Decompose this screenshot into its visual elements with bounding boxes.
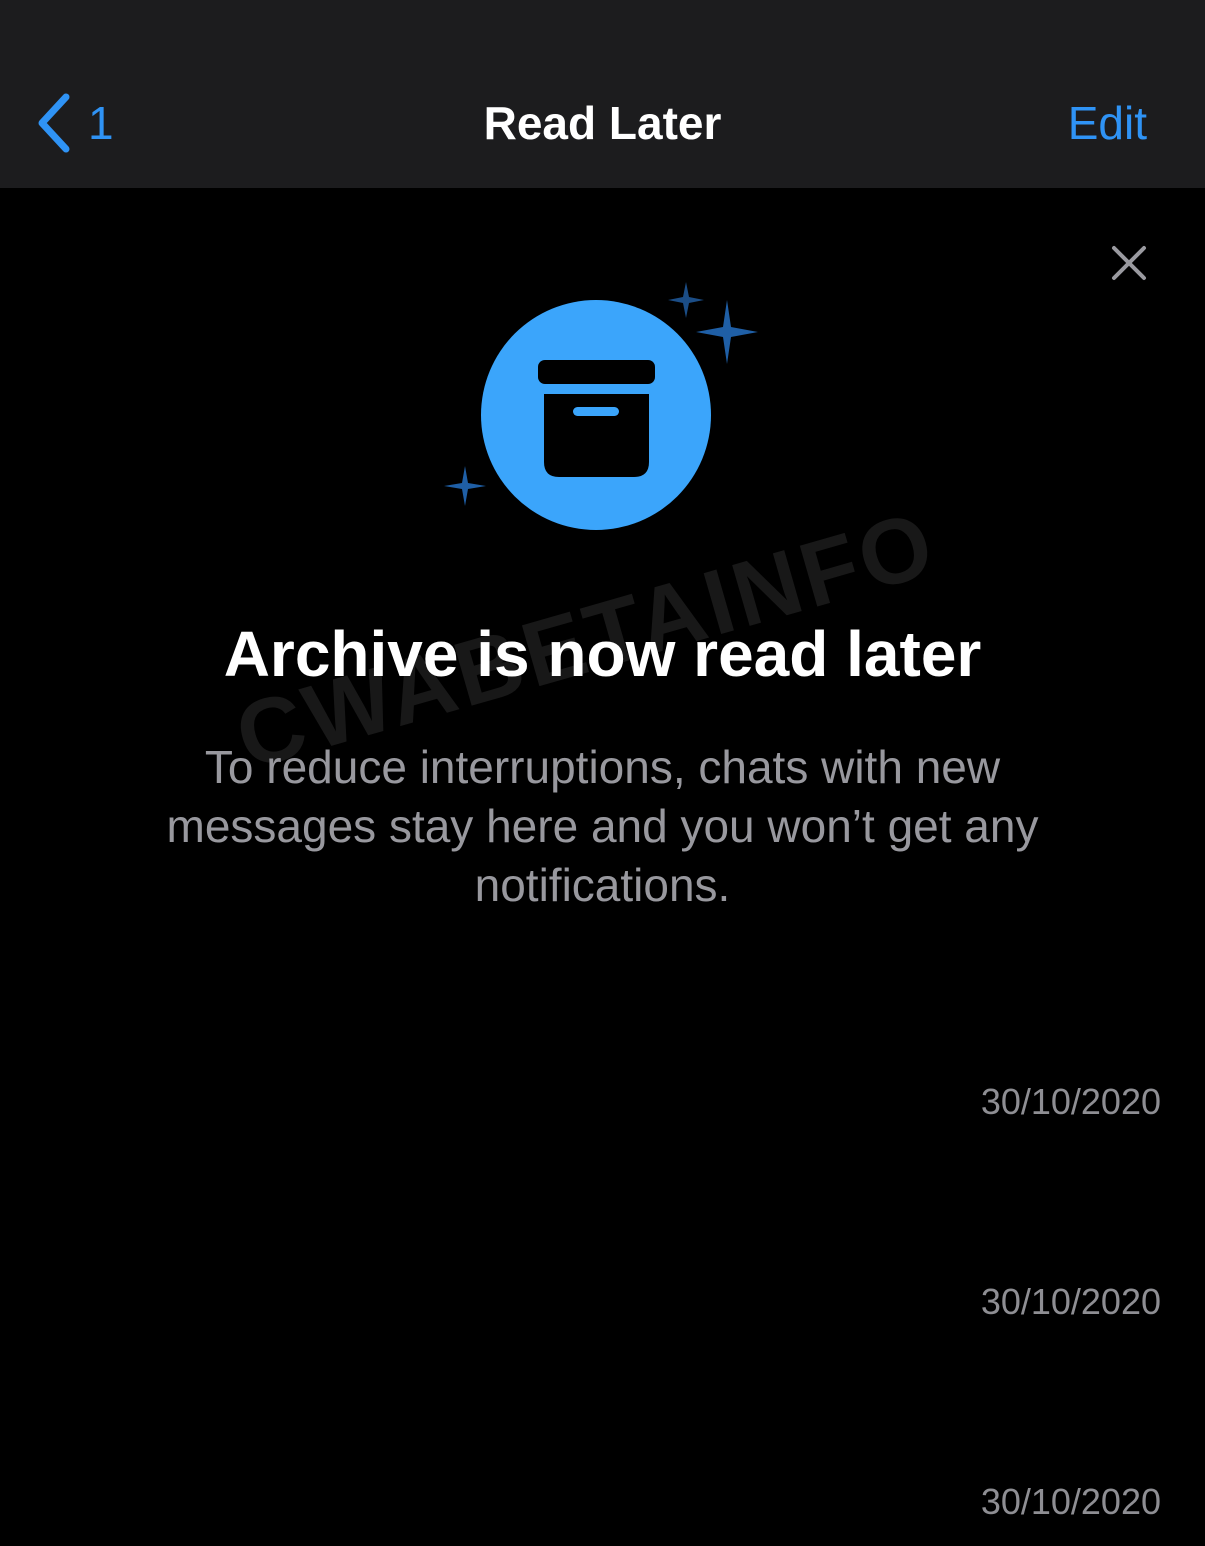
chat-row[interactable]: 30/10/2020 [0, 1066, 1205, 1146]
chat-row[interactable]: 30/10/2020 [0, 1466, 1205, 1546]
banner-headline: Archive is now read later [223, 618, 982, 690]
sparkle-icon [668, 282, 704, 318]
page-title: Read Later [483, 97, 722, 149]
chat-date: 30/10/2020 [980, 1281, 1161, 1322]
close-icon[interactable] [1108, 242, 1150, 284]
chat-date: 30/10/2020 [980, 1081, 1161, 1122]
archive-illustration [430, 270, 770, 550]
edit-button[interactable]: Edit [1068, 96, 1147, 151]
sparkle-icon [696, 300, 758, 364]
banner-description: To reduce interruptions, chats with new … [166, 741, 1039, 911]
navigation-bar: 1 Read Later Edit [0, 0, 1205, 188]
chat-date: 30/10/2020 [980, 1481, 1161, 1522]
archive-box-icon [538, 360, 655, 477]
chat-row[interactable]: 30/10/2020 [0, 1266, 1205, 1346]
sparkle-icon [444, 466, 486, 506]
